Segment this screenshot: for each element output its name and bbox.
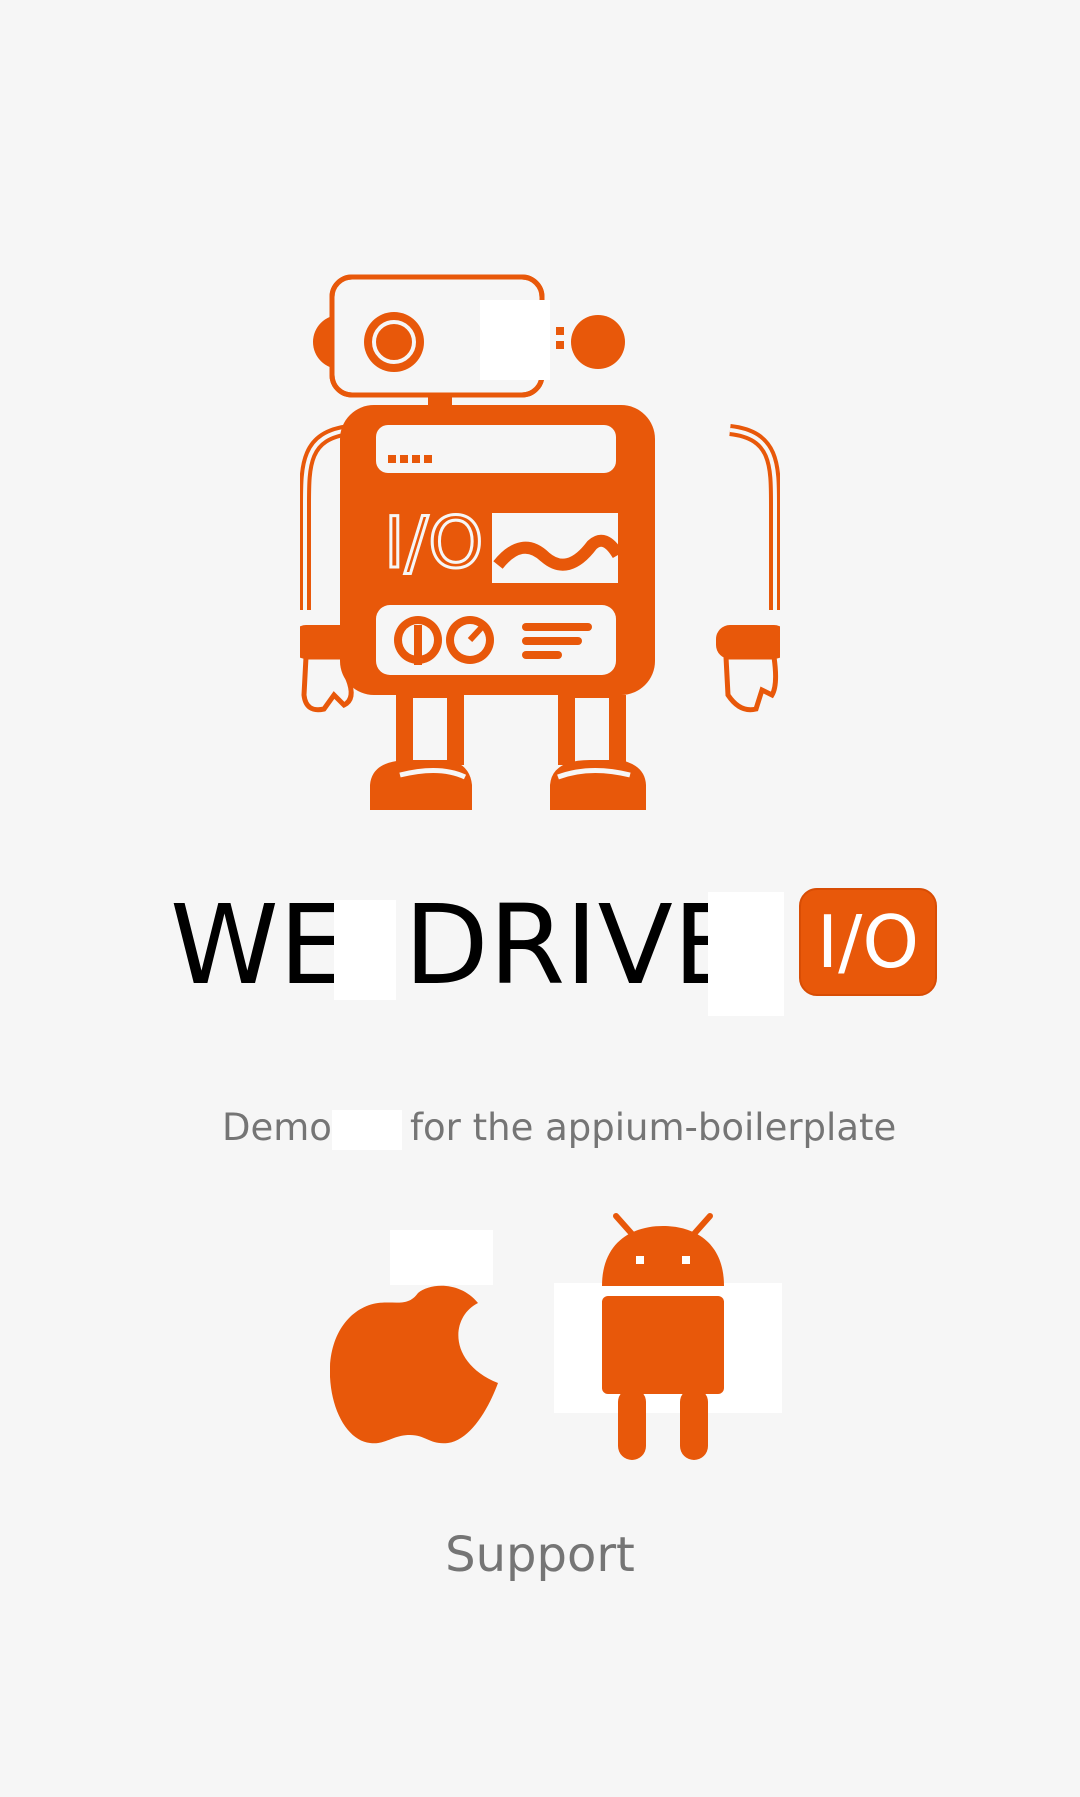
android-icon — [602, 1213, 724, 1460]
support-label: Support — [445, 1527, 635, 1583]
subtitle-description: for the appium-boilerplate — [410, 1106, 897, 1149]
svg-text:I/O: I/O — [384, 502, 483, 584]
title-word-drive: DRIVE — [404, 881, 743, 1009]
apple-icon — [330, 1285, 498, 1444]
title-spacer-block — [334, 900, 396, 1000]
webdriverio-robot-logo: I/O — [300, 274, 780, 810]
subtitle-spacer-block — [332, 1110, 402, 1150]
title-spacer-block — [708, 892, 784, 1016]
io-badge: I/O — [799, 888, 937, 996]
subtitle-demo: Demo — [222, 1106, 332, 1149]
title-word-we: WE — [170, 881, 349, 1009]
